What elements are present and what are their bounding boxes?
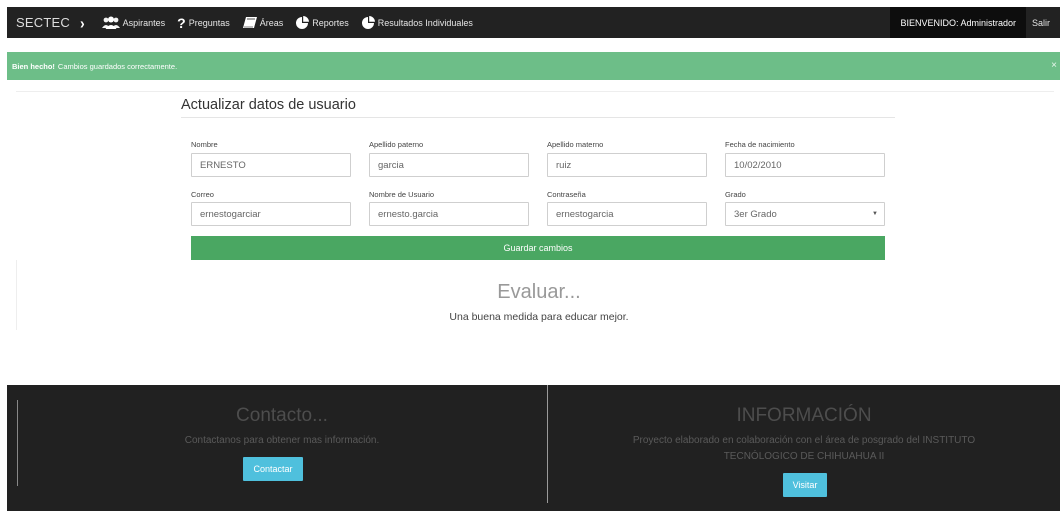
field-value: 3er Grado	[734, 208, 777, 220]
success-alert: Bien hecho! Cambios guardados correctame…	[7, 52, 1060, 80]
users-icon	[101, 16, 121, 30]
alert-strong: Bien hecho!	[12, 61, 55, 71]
apellido-materno-field[interactable]: ruiz	[547, 153, 707, 177]
field-value: garcia	[378, 159, 404, 171]
nav-item-resultados-individuales[interactable]: Resultados Individuales	[361, 7, 473, 38]
field-value: ernesto.garcia	[378, 208, 439, 220]
contrasena-label: Contraseña	[547, 190, 586, 199]
top-navbar: SECTEC › Aspirantes ? Preguntas Áreas Re…	[7, 7, 1060, 38]
info-title: INFORMACIÓN	[736, 405, 872, 426]
contrasena-field[interactable]: ernestogarcia	[547, 202, 707, 226]
contact-button[interactable]: Contactar	[243, 457, 303, 481]
hero-title: Evaluar...	[497, 281, 581, 303]
close-icon[interactable]: ×	[1051, 60, 1057, 71]
nombre-field[interactable]: ERNESTO	[191, 153, 351, 177]
visit-button[interactable]: Visitar	[783, 473, 827, 497]
chevron-down-icon: ▼	[872, 211, 878, 217]
hero-subtitle: Una buena medida para educar mejor.	[449, 311, 629, 323]
field-value: ruiz	[556, 159, 572, 171]
divider	[16, 91, 1054, 92]
apellido-paterno-field[interactable]: garcia	[369, 153, 529, 177]
apellido-materno-label: Apellido materno	[547, 140, 604, 149]
correo-label: Correo	[191, 190, 214, 199]
nav-label: Resultados Individuales	[377, 17, 473, 28]
nav-label: Áreas	[259, 17, 284, 28]
nombre-label: Nombre	[191, 140, 218, 149]
usuario-field[interactable]: ernesto.garcia	[369, 202, 529, 226]
alert-message: Cambios guardados correctamente.	[57, 61, 178, 71]
info-text-line1: Proyecto elaborado en colaboración con e…	[632, 435, 976, 446]
pie-chart-icon	[361, 15, 376, 30]
form-title: Actualizar datos de usuario	[181, 97, 356, 113]
question-icon: ?	[177, 14, 186, 31]
nav-label: Aspirantes	[122, 17, 166, 28]
contact-title: Contacto...	[236, 405, 328, 426]
field-value: 10/02/2010	[734, 159, 782, 171]
contact-text: Contactanos para obtener mas información…	[184, 435, 380, 446]
nav-label: Preguntas	[188, 17, 230, 28]
fecha-nacimiento-label: Fecha de nacimiento	[725, 140, 795, 149]
fecha-nacimiento-field[interactable]: 10/02/2010	[725, 153, 885, 177]
book-icon	[242, 16, 258, 29]
logout-link[interactable]: Salir	[1026, 18, 1060, 28]
nav-right: BIENVENIDO: Administrador Salir	[890, 7, 1060, 38]
nav-label: Reportes	[312, 17, 349, 28]
divider	[181, 117, 895, 118]
nav-item-aspirantes[interactable]: Aspirantes	[101, 7, 166, 38]
footer: Contacto... Contactanos para obtener mas…	[7, 385, 1060, 511]
save-button[interactable]: Guardar cambios	[191, 236, 885, 260]
grado-select[interactable]: 3er Grado ▼	[725, 202, 885, 226]
chevron-right-icon[interactable]: ›	[80, 14, 85, 32]
field-value: ERNESTO	[200, 159, 246, 171]
welcome-user[interactable]: BIENVENIDO: Administrador	[890, 7, 1026, 38]
field-value: ernestogarcia	[556, 208, 614, 220]
nav-item-areas[interactable]: Áreas	[242, 7, 284, 38]
pie-chart-icon	[295, 15, 310, 30]
field-value: ernestogarciar	[200, 208, 261, 220]
nav-item-preguntas[interactable]: ? Preguntas	[177, 7, 230, 38]
brand-link[interactable]: SECTEC	[7, 15, 80, 30]
grado-label: Grado	[725, 190, 746, 199]
nav-item-reportes[interactable]: Reportes	[295, 7, 349, 38]
usuario-label: Nombre de Usuario	[369, 190, 435, 199]
correo-field[interactable]: ernestogarciar	[191, 202, 351, 226]
info-text-line2: TECNÓLOGICO DE CHIHUAHUA II	[723, 451, 885, 462]
apellido-paterno-label: Apellido paterno	[369, 140, 424, 149]
